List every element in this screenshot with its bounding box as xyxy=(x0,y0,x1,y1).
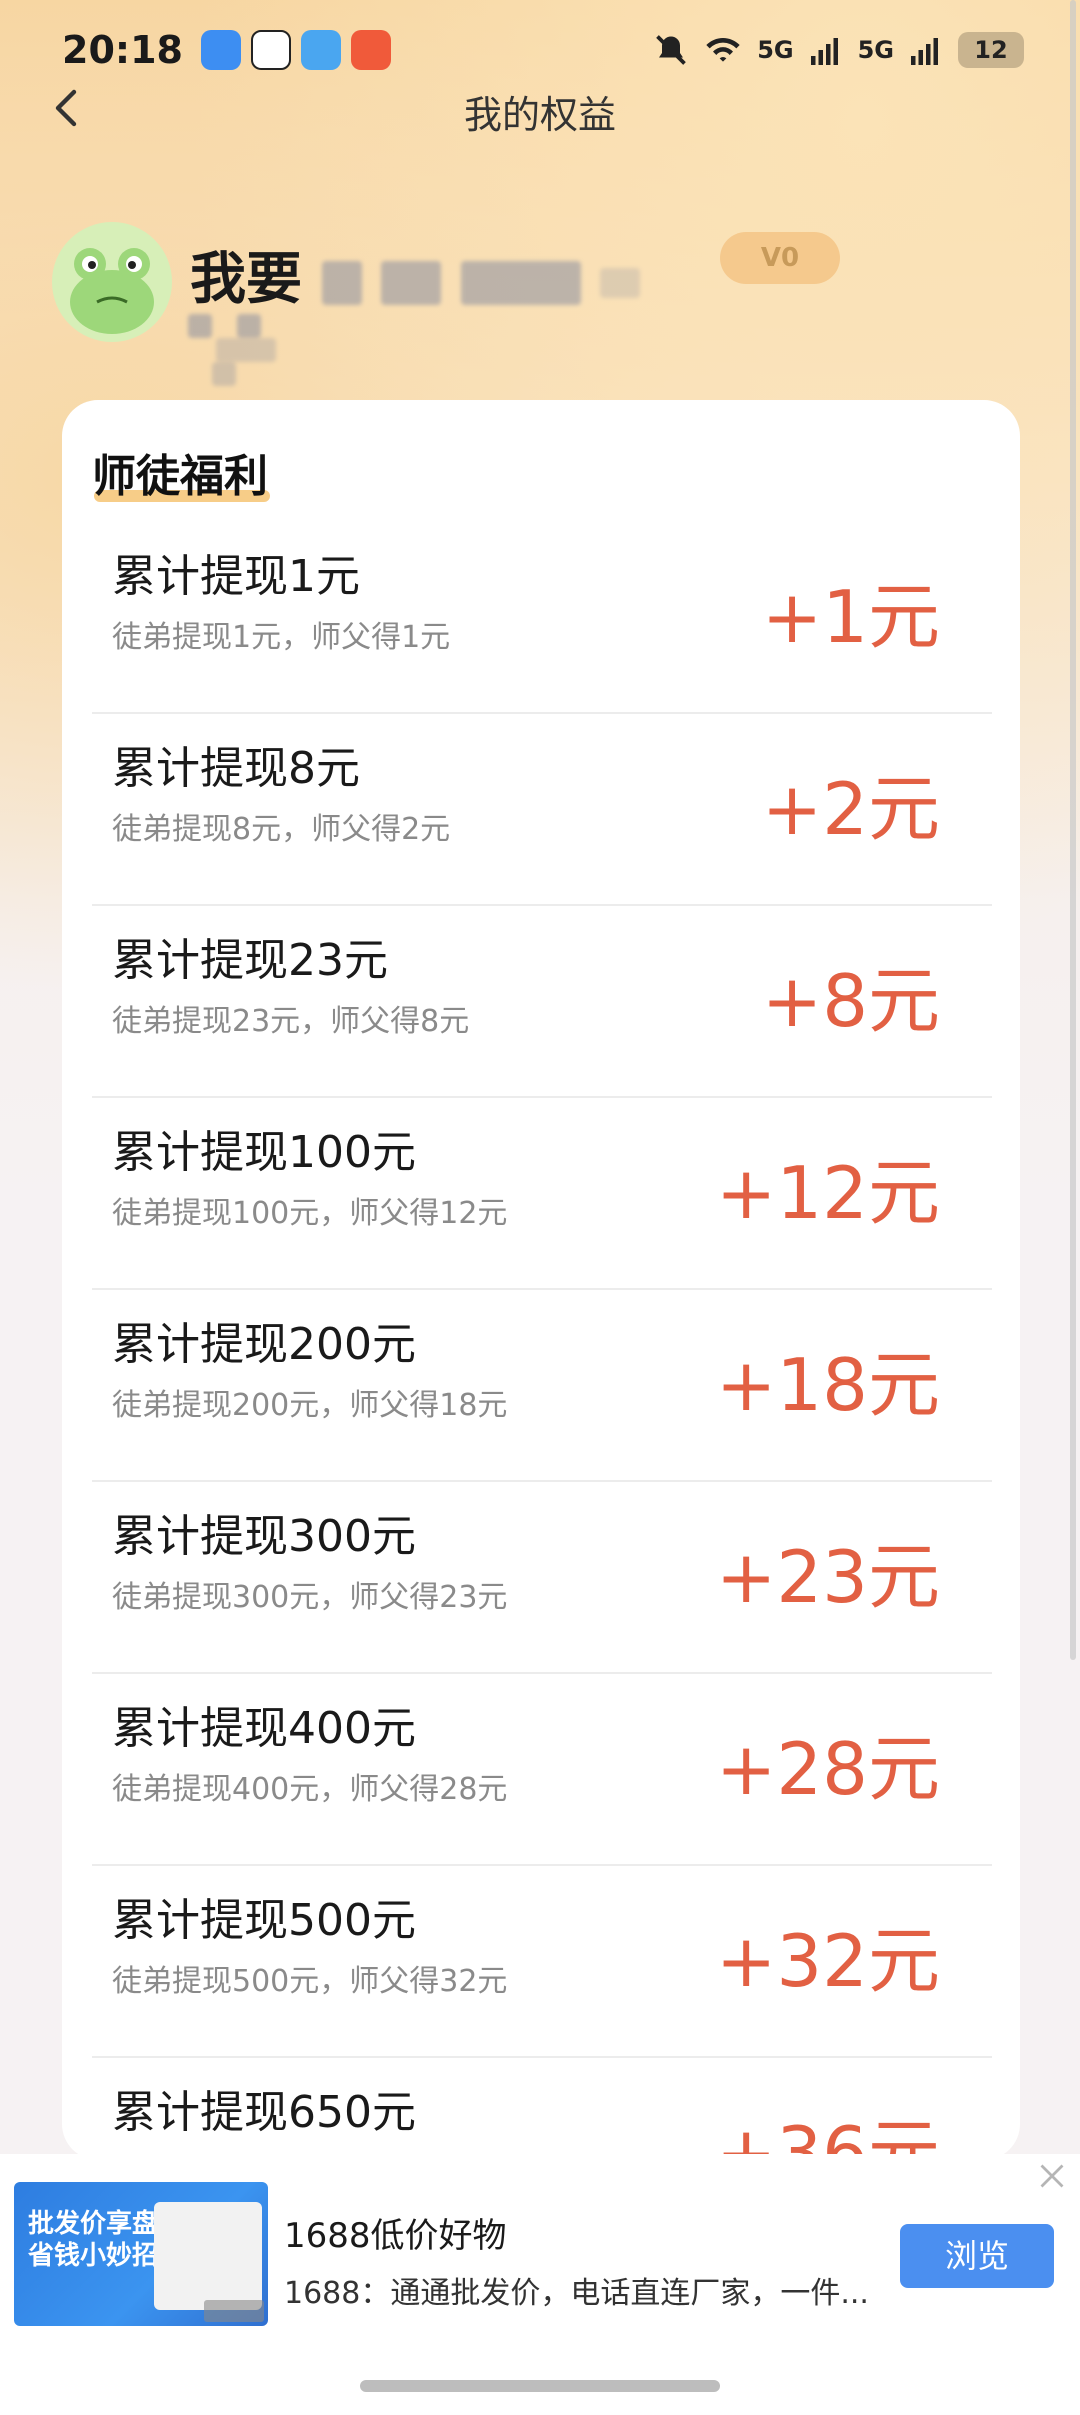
signal-bars-icon xyxy=(911,38,938,65)
row-reward: +32元 xyxy=(716,1919,940,2003)
row-title: 累计提现500元 xyxy=(112,1895,416,1946)
list-item: 累计提现1元 徒弟提现1元，师父得1元 +1元 xyxy=(92,522,992,714)
row-description: 徒弟提现8元，师父得2元 xyxy=(112,812,451,847)
battery-indicator: 12 xyxy=(958,32,1024,68)
row-title: 累计提现100元 xyxy=(112,1127,416,1178)
row-title: 累计提现1元 xyxy=(112,551,360,602)
signal-5g-2: 5G xyxy=(857,36,894,64)
list-item: 累计提现23元 徒弟提现23元，师父得8元 +8元 xyxy=(92,906,992,1098)
row-description: 徒弟提现1元，师父得1元 xyxy=(112,620,451,655)
ad-image-text: 批发价享盘 省钱小妙招 xyxy=(28,2209,159,2271)
list-item: 累计提现400元 徒弟提现400元，师父得28元 +28元 xyxy=(92,1674,992,1866)
card-title: 师徒福利 xyxy=(92,451,268,502)
row-title: 累计提现23元 xyxy=(112,935,388,986)
redacted-block xyxy=(460,260,581,305)
redacted-block xyxy=(212,362,236,386)
ad-banner[interactable]: 批发价享盘 省钱小妙招 1688低价好物 1688：通通批发价，电话直连厂家，一… xyxy=(0,2154,1080,2415)
row-description: 徒弟提现100元，师父得12元 xyxy=(112,1196,508,1231)
status-indicators: 5G 5G 12 xyxy=(653,32,1024,68)
page-title: 我的权益 xyxy=(463,93,616,137)
redacted-block xyxy=(237,314,262,338)
vip-level-badge: V0 xyxy=(720,232,840,284)
benefits-list: 累计提现1元 徒弟提现1元，师父得1元 +1元 累计提现8元 徒弟提现8元，师父… xyxy=(92,522,992,2160)
list-item: 累计提现650元 +36元 xyxy=(92,2058,992,2160)
avatar[interactable] xyxy=(52,222,172,342)
browse-button[interactable]: 浏览 xyxy=(900,2224,1054,2288)
user-subinfo xyxy=(188,314,276,386)
scrollbar[interactable] xyxy=(1070,0,1076,1660)
nav-bar: 我的权益 xyxy=(0,78,1080,148)
wifi-icon xyxy=(706,37,740,62)
row-reward: +2元 xyxy=(761,767,940,851)
row-description: 徒弟提现300元，师父得23元 xyxy=(112,1580,508,1615)
row-title: 累计提现400元 xyxy=(112,1703,416,1754)
list-item: 累计提现100元 徒弟提现100元，师父得12元 +12元 xyxy=(92,1098,992,1290)
row-reward: +18元 xyxy=(716,1343,940,1427)
row-reward: +12元 xyxy=(716,1151,940,1235)
redacted-block xyxy=(216,338,276,362)
redacted-block xyxy=(321,260,362,305)
row-reward: +23元 xyxy=(716,1535,940,1619)
app-icon xyxy=(350,30,391,70)
app-notification-icon xyxy=(200,30,241,70)
mute-icon xyxy=(656,35,687,65)
mentor-benefits-card: 师徒福利 累计提现1元 徒弟提现1元，师父得1元 +1元 累计提现8元 徒弟提现… xyxy=(62,400,1020,2160)
user-name: 我要 xyxy=(190,234,640,315)
home-indicator[interactable] xyxy=(360,2380,720,2392)
row-reward: +1元 xyxy=(761,575,940,659)
close-icon[interactable] xyxy=(1034,2158,1070,2194)
row-description: 徒弟提现400元，师父得28元 xyxy=(112,1772,508,1807)
weather-icon xyxy=(300,30,341,70)
signal-5g-1: 5G xyxy=(757,36,794,64)
ad-image[interactable]: 批发价享盘 省钱小妙招 xyxy=(14,2182,268,2326)
qq-icon xyxy=(250,30,291,70)
redacted-block xyxy=(381,260,441,305)
status-time: 20:18 xyxy=(62,28,183,72)
row-title: 累计提现200元 xyxy=(112,1319,416,1370)
row-description: 徒弟提现23元，师父得8元 xyxy=(112,1004,470,1039)
list-item: 累计提现500元 徒弟提现500元，师父得32元 +32元 xyxy=(92,1866,992,2058)
list-item: 累计提现300元 徒弟提现300元，师父得23元 +23元 xyxy=(92,1482,992,1674)
row-title: 累计提现8元 xyxy=(112,743,360,794)
ad-product-image xyxy=(154,2202,262,2310)
frog-avatar-icon xyxy=(70,248,154,334)
row-description: 徒弟提现200元，师父得18元 xyxy=(112,1388,508,1423)
signal-bars-icon xyxy=(810,38,838,65)
user-name-text: 我要 xyxy=(190,247,302,312)
row-reward: +28元 xyxy=(716,1727,940,1811)
list-item: 累计提现8元 徒弟提现8元，师父得2元 +2元 xyxy=(92,714,992,906)
ad-description[interactable]: 1688：通通批发价，电话直连厂家，一件... xyxy=(284,2268,884,2312)
row-reward: +36元 xyxy=(716,2111,940,2160)
ad-title[interactable]: 1688低价好物 xyxy=(284,2208,507,2257)
row-description: 徒弟提现500元，师父得32元 xyxy=(112,1964,508,1999)
row-title: 累计提现650元 xyxy=(112,2087,416,2138)
row-reward: +8元 xyxy=(761,959,940,1043)
redacted-block xyxy=(188,314,212,338)
list-item: 累计提现200元 徒弟提现200元，师父得18元 +18元 xyxy=(92,1290,992,1482)
redacted-block xyxy=(600,267,640,298)
row-title: 累计提现300元 xyxy=(112,1511,416,1562)
ad-tag xyxy=(204,2300,264,2322)
